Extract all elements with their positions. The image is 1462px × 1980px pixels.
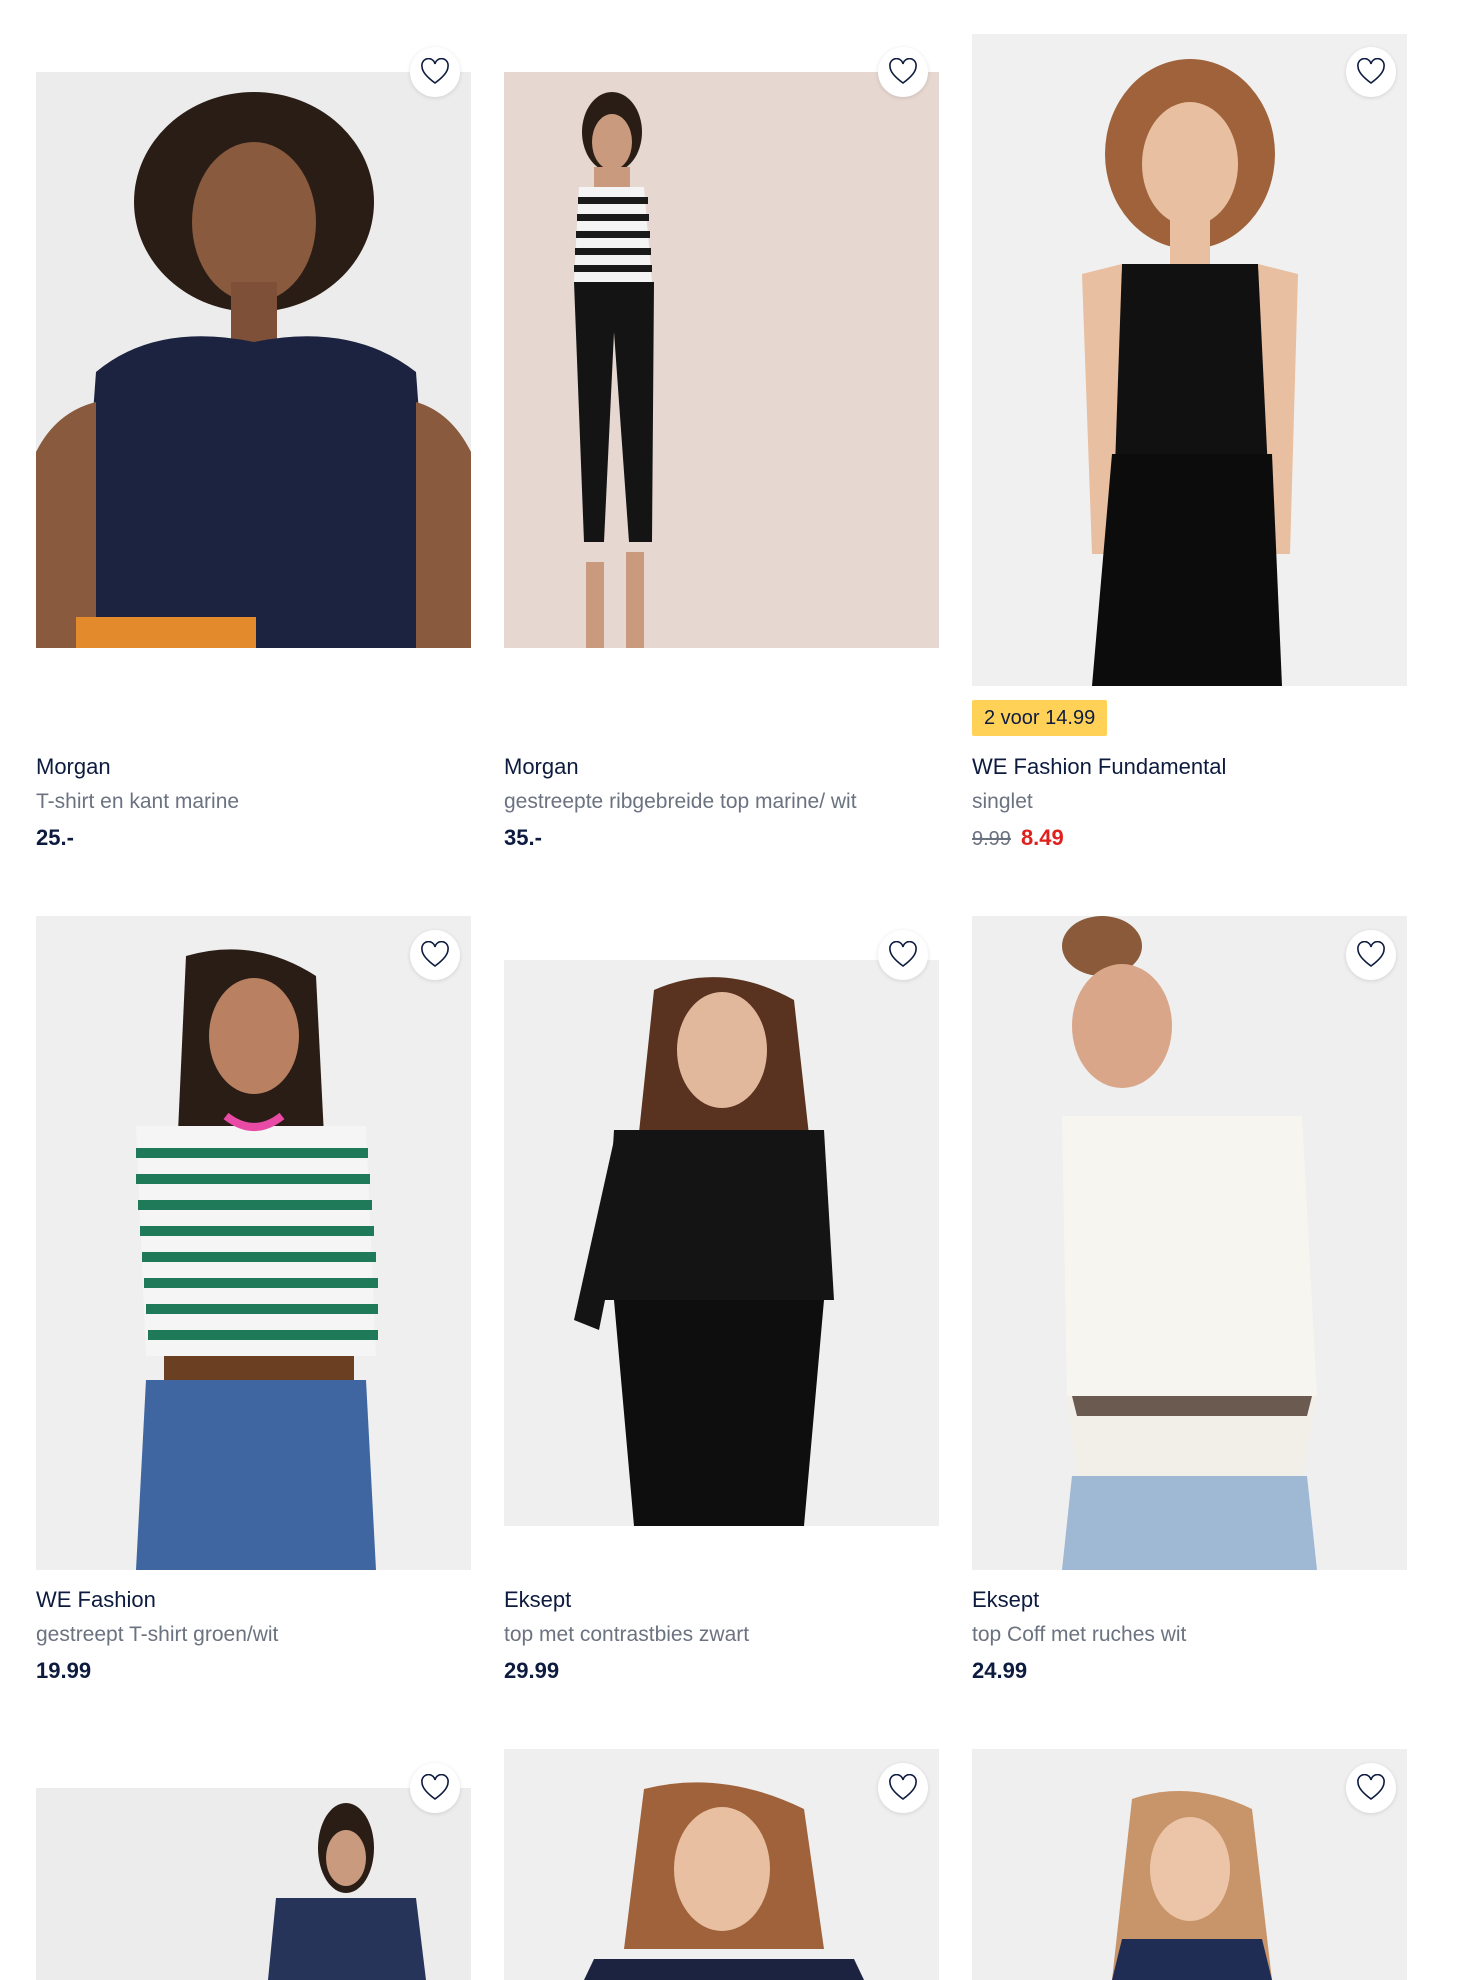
heart-outline-icon [421, 58, 449, 84]
model-photo [36, 92, 471, 648]
heart-outline-icon [421, 941, 449, 967]
favorite-button[interactable] [878, 930, 928, 980]
model-photo [574, 977, 834, 1526]
heart-outline-icon [889, 1774, 917, 1800]
favorite-button[interactable] [410, 47, 460, 97]
model-photo [136, 949, 378, 1570]
promo-badge: 2 voor 14.99 [972, 700, 1108, 736]
product-price: 35.- [504, 825, 542, 850]
favorite-button[interactable] [410, 930, 460, 980]
product-brand[interactable]: Eksept [972, 1587, 1039, 1613]
product-image[interactable] [972, 1749, 1407, 1980]
product-price: 29.99 [504, 1658, 560, 1683]
product-description[interactable]: singlet [972, 790, 1033, 814]
model-photo [268, 1803, 426, 1980]
product-description[interactable]: gestreepte ribgebreide top marine/ wit [504, 790, 857, 814]
heart-outline-icon [889, 941, 917, 967]
product-brand[interactable]: Eksept [504, 1587, 571, 1613]
model-photo [574, 92, 654, 648]
favorite-button[interactable] [878, 47, 928, 97]
favorite-button[interactable] [878, 1763, 928, 1813]
favorite-button[interactable] [410, 1763, 460, 1813]
product-image[interactable] [36, 1788, 471, 1980]
product-price: 24.99 [972, 1658, 1028, 1683]
favorite-button[interactable] [1346, 47, 1396, 97]
product-price: 9.99 8.49 [972, 825, 1064, 851]
original-price: 9.99 [972, 828, 1011, 850]
product-price: 25.- [36, 825, 74, 850]
product-image[interactable] [972, 34, 1407, 686]
product-image[interactable] [504, 72, 939, 648]
product-brand[interactable]: Morgan [36, 754, 111, 780]
heart-outline-icon [1357, 1774, 1385, 1800]
heart-outline-icon [889, 58, 917, 84]
product-image[interactable] [36, 916, 471, 1570]
product-price: 19.99 [36, 1658, 92, 1683]
product-brand[interactable]: WE Fashion Fundamental [972, 754, 1226, 780]
product-image[interactable] [36, 72, 471, 648]
product-image[interactable] [504, 960, 939, 1526]
model-photo [1082, 59, 1298, 686]
product-brand[interactable]: WE Fashion [36, 1587, 156, 1613]
heart-outline-icon [1357, 941, 1385, 967]
product-description[interactable]: gestreept T-shirt groen/wit [36, 1623, 278, 1647]
product-description[interactable]: top met contrastbies zwart [504, 1623, 749, 1647]
heart-outline-icon [1357, 58, 1385, 84]
sale-price: 8.49 [1020, 825, 1064, 850]
product-description[interactable]: top Coff met ruches wit [972, 1623, 1186, 1647]
model-photo [1062, 916, 1317, 1570]
favorite-button[interactable] [1346, 930, 1396, 980]
product-brand[interactable]: Morgan [504, 754, 579, 780]
model-photo [584, 1782, 864, 1980]
favorite-button[interactable] [1346, 1763, 1396, 1813]
model-photo [1112, 1791, 1272, 1980]
product-image[interactable] [504, 1749, 939, 1980]
product-image[interactable] [972, 916, 1407, 1570]
product-description[interactable]: T-shirt en kant marine [36, 790, 239, 814]
heart-outline-icon [421, 1774, 449, 1800]
